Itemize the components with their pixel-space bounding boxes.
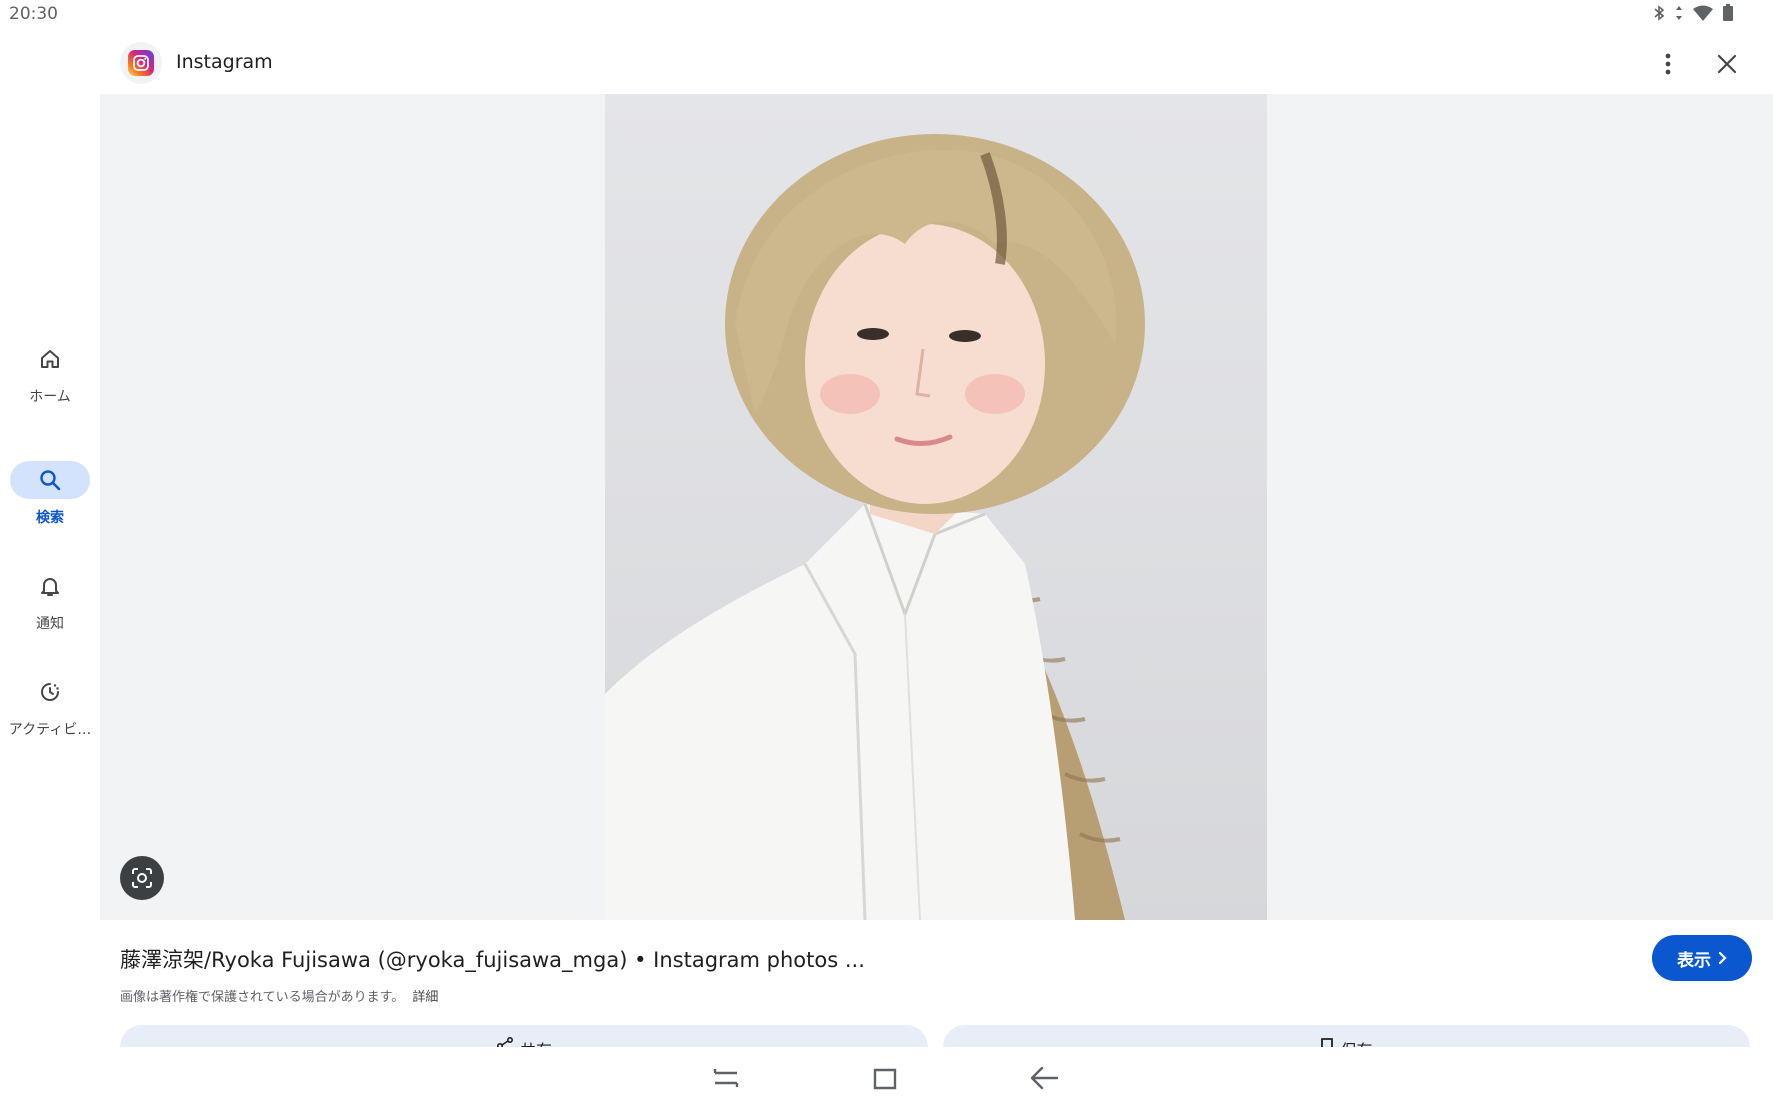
bell-icon <box>10 567 90 605</box>
close-icon <box>1717 54 1737 74</box>
nav-label-activity: アクティビ… <box>8 722 92 738</box>
app-title[interactable]: Instagram <box>176 51 273 73</box>
details-link[interactable]: 詳細 <box>412 990 438 1005</box>
nav-label-notifications: 通知 <box>36 616 64 632</box>
share-icon <box>496 1037 513 1047</box>
instagram-logo-icon <box>120 42 162 84</box>
share-label: 共有 <box>520 1037 552 1047</box>
back-button[interactable] <box>1026 1062 1062 1094</box>
battery-icon <box>1723 4 1733 21</box>
copyright-text: 画像は著作権で保護されている場合があります。 <box>120 990 405 1005</box>
share-button[interactable]: 共有 <box>120 1025 928 1047</box>
status-icons <box>1653 4 1733 21</box>
nav-label-home: ホーム <box>29 389 71 405</box>
nav-item-home[interactable]: ホーム <box>0 340 100 420</box>
lens-icon <box>132 868 152 888</box>
lens-search-button[interactable] <box>120 856 164 900</box>
close-button[interactable] <box>1709 46 1745 82</box>
nav-label-search: 検索 <box>36 510 64 526</box>
view-button[interactable]: 表示 <box>1652 935 1752 981</box>
recent-apps-button[interactable] <box>708 1062 744 1094</box>
image-viewer <box>100 94 1773 920</box>
wifi-icon <box>1693 5 1713 21</box>
app-header: Instagram <box>100 34 1773 94</box>
system-nav-bar <box>0 1048 1773 1108</box>
recent-apps-icon <box>713 1069 739 1087</box>
back-arrow-icon <box>1030 1066 1059 1090</box>
nav-item-activity[interactable]: アクティビ… <box>0 673 100 753</box>
result-title[interactable]: 藤澤涼架/Ryoka Fujisawa (@ryoka_fujisawa_mga… <box>120 944 865 974</box>
home-icon <box>10 340 90 378</box>
status-bar: 20:30 <box>0 0 1773 28</box>
save-label: 保存 <box>1340 1037 1372 1047</box>
action-row: 共有 保存 <box>120 1025 1750 1047</box>
home-square-icon <box>873 1068 897 1090</box>
status-time: 20:30 <box>9 4 58 24</box>
save-button[interactable]: 保存 <box>943 1025 1750 1047</box>
data-arrows-icon <box>1675 5 1683 21</box>
chevron-right-icon <box>1718 951 1727 965</box>
nav-item-search[interactable]: 検索 <box>0 461 100 541</box>
nav-item-notifications[interactable]: 通知 <box>0 567 100 647</box>
search-icon <box>10 461 90 499</box>
activity-icon <box>10 673 90 711</box>
view-button-label: 表示 <box>1677 950 1711 971</box>
more-options-button[interactable] <box>1650 46 1686 82</box>
home-button[interactable] <box>867 1062 903 1094</box>
bluetooth-icon <box>1653 4 1665 21</box>
bookmark-icon <box>1321 1038 1334 1047</box>
result-image[interactable] <box>605 94 1267 920</box>
portrait-illustration <box>605 134 1145 920</box>
more-vert-icon <box>1665 53 1671 75</box>
copyright-notice: 画像は著作権で保護されている場合があります。 詳細 <box>120 986 438 1005</box>
